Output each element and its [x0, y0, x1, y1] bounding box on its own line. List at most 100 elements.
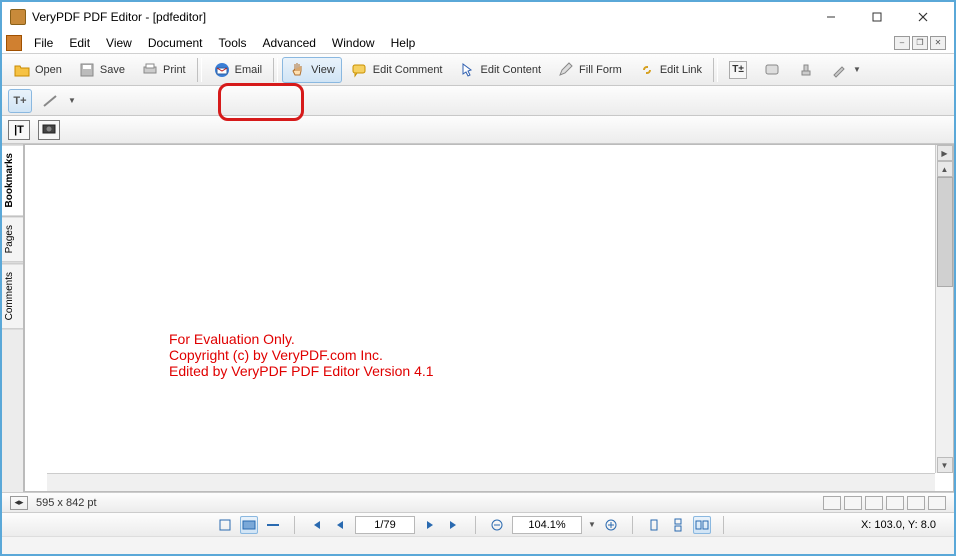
stamp-icon: [797, 61, 815, 79]
open-button[interactable]: Open: [6, 57, 69, 83]
cursor-icon: [459, 61, 477, 79]
eval-line-2: Copyright (c) by VeryPDF.com Inc.: [169, 347, 434, 363]
title-bar: VeryPDF PDF Editor - [pdfeditor]: [2, 2, 954, 32]
mdi-minimize-button[interactable]: –: [894, 36, 910, 50]
doc-icon: [6, 35, 22, 51]
printer-icon: [141, 61, 159, 79]
chevron-down-icon: ▼: [853, 65, 861, 74]
line-tool-button[interactable]: [38, 89, 62, 113]
layout-icon-5[interactable]: [907, 496, 925, 510]
edit-comment-button[interactable]: Edit Comment: [344, 57, 450, 83]
vertical-scrollbar[interactable]: ▶ ▲ ▼: [935, 145, 953, 473]
mdi-close-button[interactable]: ✕: [930, 36, 946, 50]
last-page-button[interactable]: [445, 516, 463, 534]
zoom-input[interactable]: [512, 516, 582, 534]
layout-icon-2[interactable]: [844, 496, 862, 510]
email-label: Email: [235, 64, 263, 76]
menu-tools[interactable]: Tools: [211, 34, 255, 52]
stamp-tool-button[interactable]: [790, 57, 822, 83]
fill-form-button[interactable]: Fill Form: [550, 57, 629, 83]
camera-button[interactable]: [38, 120, 60, 140]
toolbar-separator: [713, 58, 718, 82]
scroll-right-icon[interactable]: ▶: [937, 145, 953, 161]
view-button[interactable]: View: [282, 57, 342, 83]
menu-advanced[interactable]: Advanced: [255, 34, 324, 52]
menu-window[interactable]: Window: [324, 34, 383, 52]
view-label: View: [311, 64, 335, 76]
dimensions-bar: ◂▸ 595 x 842 pt: [2, 492, 954, 512]
window-title: VeryPDF PDF Editor - [pdfeditor]: [32, 10, 808, 24]
tertiary-toolbar: |T: [2, 116, 954, 144]
menu-view[interactable]: View: [98, 34, 140, 52]
menu-file[interactable]: File: [26, 34, 61, 52]
text-tool-button[interactable]: T±: [722, 57, 754, 83]
link-icon: [638, 61, 656, 79]
horizontal-scrollbar[interactable]: [47, 473, 935, 491]
nav-separator: [294, 516, 295, 534]
secondary-toolbar: T+ ▼: [2, 86, 954, 116]
menu-edit[interactable]: Edit: [61, 34, 98, 52]
minimize-button[interactable]: [808, 2, 854, 32]
document-canvas[interactable]: For Evaluation Only. Copyright (c) by Ve…: [24, 144, 954, 492]
eval-line-3: Edited by VeryPDF PDF Editor Version 4.1: [169, 363, 434, 379]
close-button[interactable]: [900, 2, 946, 32]
main-area: Bookmarks Pages Comments For Evaluation …: [2, 144, 954, 492]
menu-help[interactable]: Help: [383, 34, 424, 52]
fit-width-button[interactable]: [240, 516, 258, 534]
window-controls: [808, 2, 946, 32]
print-button[interactable]: Print: [134, 57, 193, 83]
edit-content-button[interactable]: Edit Content: [452, 57, 549, 83]
fit-visible-button[interactable]: [264, 516, 282, 534]
side-tabs: Bookmarks Pages Comments: [2, 144, 24, 492]
layout-icon-1[interactable]: [823, 496, 841, 510]
continuous-page-button[interactable]: [669, 516, 687, 534]
line-icon: [41, 92, 59, 110]
eval-line-1: For Evaluation Only.: [169, 331, 434, 347]
menu-bar: File Edit View Document Tools Advanced W…: [2, 32, 954, 54]
zoom-dropdown-icon[interactable]: ▼: [588, 520, 596, 529]
floppy-icon: [78, 61, 96, 79]
layout-icon-4[interactable]: [886, 496, 904, 510]
save-label: Save: [100, 64, 125, 76]
prev-page-button[interactable]: [331, 516, 349, 534]
save-button[interactable]: Save: [71, 57, 132, 83]
scroll-down-icon[interactable]: ▼: [937, 457, 953, 473]
page-input[interactable]: [355, 516, 415, 534]
add-text-button[interactable]: T+: [8, 89, 32, 113]
single-page-button[interactable]: [645, 516, 663, 534]
fit-page-button[interactable]: [216, 516, 234, 534]
edit-link-label: Edit Link: [660, 64, 702, 76]
zoom-in-button[interactable]: [602, 516, 620, 534]
layout-icon-6[interactable]: [928, 496, 946, 510]
edit-link-button[interactable]: Edit Link: [631, 57, 709, 83]
watermark-text: For Evaluation Only. Copyright (c) by Ve…: [169, 331, 434, 379]
email-button[interactable]: Email: [206, 57, 270, 83]
pencil-tool-button[interactable]: ▼: [824, 57, 868, 83]
tab-comments[interactable]: Comments: [2, 263, 23, 329]
scroll-up-icon[interactable]: ▲: [937, 161, 953, 177]
tab-bookmarks[interactable]: Bookmarks: [2, 144, 23, 216]
camera-icon: [42, 122, 56, 137]
first-page-button[interactable]: [307, 516, 325, 534]
zoom-out-button[interactable]: [488, 516, 506, 534]
nav-separator: [475, 516, 476, 534]
tab-pages[interactable]: Pages: [2, 216, 23, 262]
mdi-controls: – ❐ ✕: [894, 36, 950, 50]
page-view: For Evaluation Only. Copyright (c) by Ve…: [65, 145, 935, 473]
menu-document[interactable]: Document: [140, 34, 211, 52]
text-cursor-button[interactable]: |T: [8, 120, 30, 140]
facing-page-button[interactable]: [693, 516, 711, 534]
chevron-down-icon[interactable]: ▼: [68, 96, 76, 105]
layout-icon-3[interactable]: [865, 496, 883, 510]
scroll-track[interactable]: [937, 177, 953, 457]
cursor-coordinates: X: 103.0, Y: 8.0: [861, 519, 946, 531]
note-tool-button[interactable]: [756, 57, 788, 83]
scroll-thumb[interactable]: [937, 177, 953, 287]
pan-arrows-icon[interactable]: ◂▸: [10, 496, 28, 510]
mdi-restore-button[interactable]: ❐: [912, 36, 928, 50]
main-toolbar: Open Save Print Email View Edit Comment …: [2, 54, 954, 86]
maximize-button[interactable]: [854, 2, 900, 32]
nav-separator: [723, 516, 724, 534]
next-page-button[interactable]: [421, 516, 439, 534]
fill-form-label: Fill Form: [579, 64, 622, 76]
